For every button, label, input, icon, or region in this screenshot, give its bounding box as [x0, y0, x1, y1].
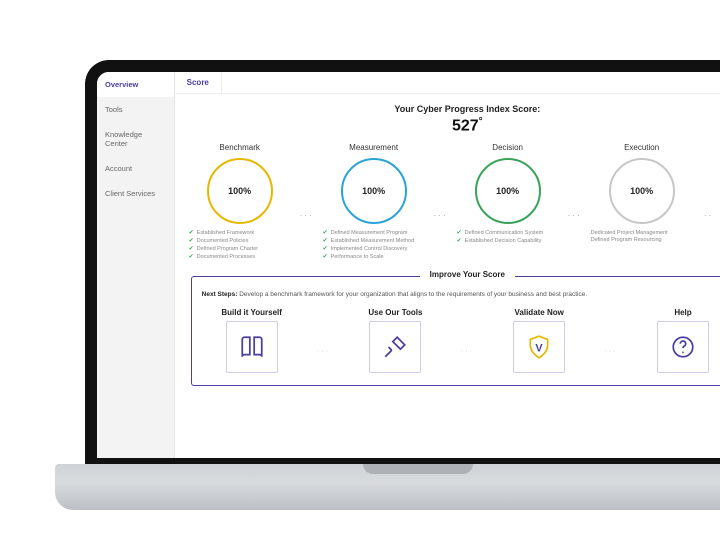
stage-label: Decision [492, 143, 523, 152]
stage-item-label: Dedicated Project Management [591, 230, 668, 237]
stage-item-label: Defined Program Charter [197, 246, 258, 253]
option-label: Validate Now [489, 308, 589, 317]
score-header: Your Cyber Progress Index Score: 527° [175, 94, 720, 139]
stage-item-label: Documented Policies [197, 238, 249, 245]
option-use-our-tools: Use Our Tools [345, 308, 445, 373]
app-root: Overview Tools Knowledge Center Account … [97, 72, 720, 458]
laptop-base [55, 464, 720, 510]
progress-ring: 100% [475, 158, 541, 224]
sidebar-item-knowledge-center[interactable]: Knowledge Center [97, 122, 174, 156]
check-icon: ✔ [457, 238, 462, 246]
check-icon: ✔ [323, 230, 328, 238]
sidebar-item-account[interactable]: Account [97, 156, 174, 181]
stage-item-label: Defined Program Resourcing [591, 237, 662, 244]
stage-items: Dedicated Project Management Defined Pro… [587, 230, 697, 244]
option-card-build[interactable] [226, 321, 278, 373]
connector-dots: ··· [563, 211, 587, 220]
check-icon: ✔ [189, 254, 194, 262]
connector-dots: ·· [697, 211, 720, 220]
stage-items: ✔Defined Communication System ✔Establish… [453, 230, 563, 246]
improve-title: Improve Your Score [420, 270, 515, 279]
connector-dots: ··· [315, 348, 333, 355]
check-icon: ✔ [323, 238, 328, 246]
connector-dots: ··· [429, 211, 453, 220]
laptop-screen: Overview Tools Knowledge Center Account … [85, 60, 720, 470]
stage-item-label: Established Measurement Method [331, 238, 414, 245]
stage-decision: Decision 100% ✔Defined Communication Sys… [453, 143, 563, 246]
stage-execution: Execution 100% Dedicated Project Managem… [587, 143, 697, 244]
main-content: Score Your Cyber Progress Index Score: 5… [175, 72, 720, 458]
check-icon: ✔ [323, 246, 328, 254]
next-steps-body: Develop a benchmark framework for your o… [239, 291, 587, 298]
sidebar: Overview Tools Knowledge Center Account … [97, 72, 175, 458]
tab-score[interactable]: Score [175, 72, 222, 93]
check-icon: ✔ [323, 254, 328, 262]
option-card-validate[interactable]: V [513, 321, 565, 373]
sidebar-item-tools[interactable]: Tools [97, 97, 174, 122]
option-label: Use Our Tools [345, 308, 445, 317]
stage-item-label: Established Decision Capability [465, 238, 542, 245]
sidebar-item-client-services[interactable]: Client Services [97, 181, 174, 206]
stage-benchmark: Benchmark 100% ✔Established Framework ✔D… [185, 143, 295, 261]
option-card-tools[interactable] [369, 321, 421, 373]
shield-v-icon: V [526, 334, 552, 360]
option-card-help[interactable] [657, 321, 709, 373]
stage-label: Benchmark [219, 143, 259, 152]
connector-dots: ··· [458, 348, 476, 355]
tab-bar: Score [175, 72, 720, 94]
sidebar-item-overview[interactable]: Overview [97, 72, 174, 97]
stage-item-label: Implemented Control Discovery [331, 246, 408, 253]
check-icon: ✔ [189, 238, 194, 246]
connector-dots: ··· [602, 348, 620, 355]
progress-ring: 100% [207, 158, 273, 224]
progress-ring: 100% [609, 158, 675, 224]
stage-item-label: Defined Measurement Program [331, 230, 408, 237]
score-value: 527° [175, 116, 720, 135]
stage-item-label: Performance to Scale [331, 254, 384, 261]
progress-ring: 100% [341, 158, 407, 224]
option-label: Help [633, 308, 720, 317]
option-help: Help [633, 308, 720, 373]
check-icon: ✔ [189, 230, 194, 238]
improve-section: Improve Your Score Next Steps: Develop a… [191, 276, 720, 386]
option-build-yourself: Build it Yourself [202, 308, 302, 373]
stage-measurement: Measurement 100% ✔Defined Measurement Pr… [319, 143, 429, 261]
check-icon: ✔ [189, 246, 194, 254]
connector-dots: ··· [295, 211, 319, 220]
stage-item-label: Established Framework [197, 230, 254, 237]
stage-item-label: Documented Processes [197, 254, 255, 261]
score-number: 527 [452, 117, 479, 134]
check-icon: ✔ [457, 230, 462, 238]
option-validate-now: Validate Now V [489, 308, 589, 373]
score-unit: ° [479, 116, 483, 127]
laptop-notch [363, 464, 473, 474]
stage-items: ✔Defined Measurement Program ✔Establishe… [319, 230, 429, 261]
improve-options: Build it Yourself ··· Use Our Tools [202, 308, 720, 373]
next-steps-label: Next Steps: [202, 291, 238, 298]
stage-label: Measurement [349, 143, 398, 152]
tools-icon [382, 334, 408, 360]
stages-row: Benchmark 100% ✔Established Framework ✔D… [175, 139, 720, 269]
score-title: Your Cyber Progress Index Score: [175, 104, 720, 114]
book-icon [239, 334, 265, 360]
svg-text:V: V [536, 342, 544, 354]
stage-items: ✔Established Framework ✔Documented Polic… [185, 230, 295, 261]
stage-item-label: Defined Communication System [465, 230, 544, 237]
help-icon [670, 334, 696, 360]
next-steps-text: Next Steps: Develop a benchmark framewor… [202, 291, 720, 298]
option-label: Build it Yourself [202, 308, 302, 317]
stage-label: Execution [624, 143, 659, 152]
